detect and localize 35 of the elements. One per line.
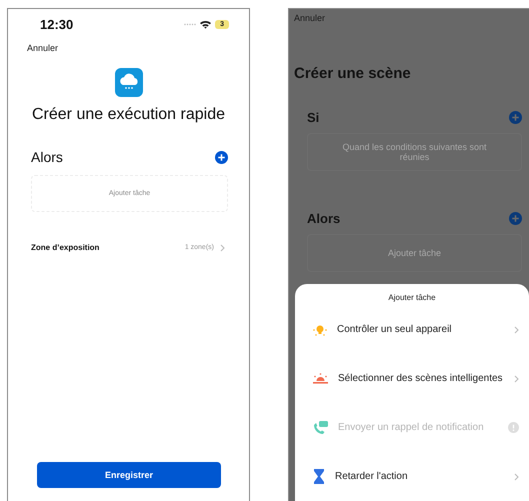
phone-message-icon [313,420,328,434]
chevron-right-icon [220,244,225,252]
task-option-label: Envoyer un rappel de notification [338,422,485,434]
wifi-icon [200,20,212,28]
chevron-right-icon [514,472,519,480]
signal-icon [184,22,196,26]
section-label: Alors [307,211,340,226]
add-task-area[interactable]: Quand les conditions suivantes sont réunies [307,133,522,171]
sheet-title: Ajouter tâche [388,293,436,302]
task-option-label: Sélectionner des scènes intelligentes [338,372,504,384]
section-label: Alors [31,149,63,165]
add-task-hint: Quand les conditions suivantes sont réunies [341,142,488,162]
save-button[interactable]: Enregistrer [37,462,221,488]
add-task-hint: Ajouter tâche [388,248,442,258]
chevron-right-icon [514,374,519,382]
task-option-label: Retarder l'action [335,470,408,482]
task-option[interactable]: Retarder l'action [295,452,529,501]
sunrise-icon [313,372,328,384]
task-option[interactable]: Contrôler un seul appareil [295,305,529,354]
page-title: Créer une exécution rapide [30,106,226,124]
hourglass-icon [313,469,325,484]
zone-label: Zone d’exposition [31,243,100,252]
status-time: 12:30 [40,16,74,32]
page-title: Créer une scène [294,65,412,82]
cancel-link[interactable]: Annuler [294,13,326,23]
light-bulb-icon [313,322,327,336]
info-icon [508,422,519,433]
add-icon[interactable] [215,150,228,164]
task-option[interactable]: Sélectionner des scènes intelligentes [295,354,529,403]
cancel-link[interactable]: Annuler [27,43,58,53]
chevron-right-icon [514,326,519,334]
section-label: Si [307,110,320,125]
cloud-app-icon [114,68,142,97]
task-option-label: Contrôler un seul appareil [337,324,453,336]
add-task-area[interactable]: Ajouter tâche [307,234,522,272]
